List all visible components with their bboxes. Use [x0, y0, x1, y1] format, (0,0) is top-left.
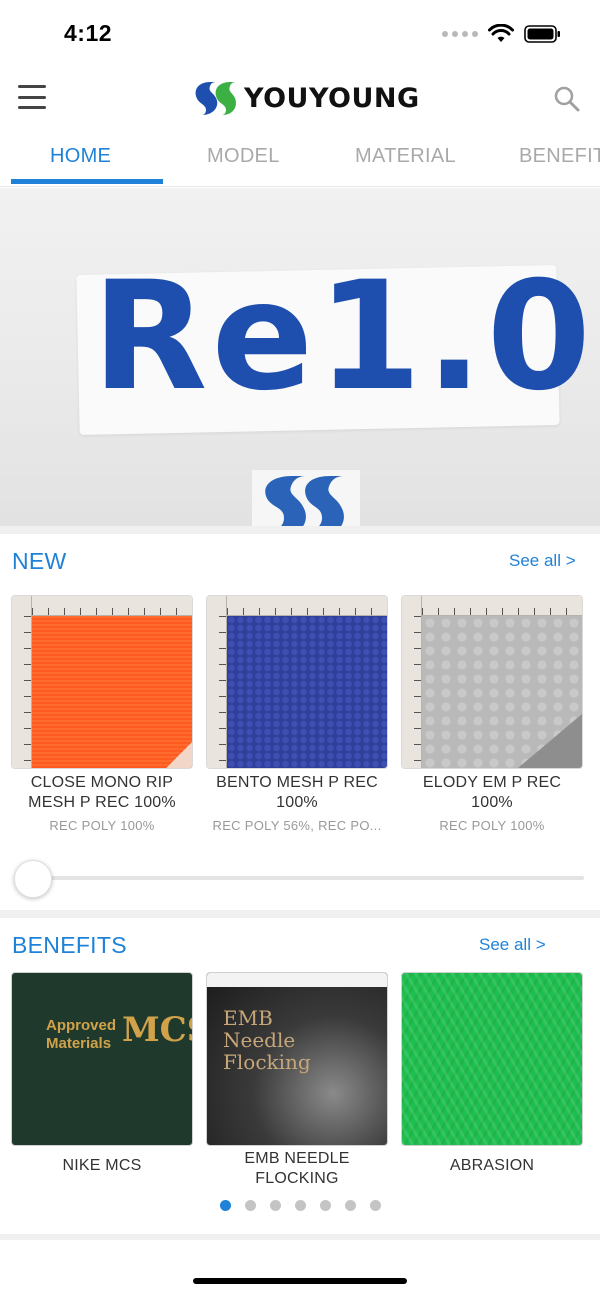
pagination-dot[interactable]	[345, 1200, 356, 1211]
hero-banner[interactable]: Re1.0	[0, 188, 600, 526]
benefit-image-text: Approved	[46, 1017, 117, 1034]
benefit-image: Approved Materials MCS	[11, 972, 193, 1146]
status-icons	[442, 24, 562, 44]
benefit-title: ABRASION	[449, 1157, 535, 1174]
benefit-image-text: Materials	[46, 1035, 112, 1052]
brand-logo[interactable]: YOUYOUNG	[192, 76, 420, 120]
tab-home[interactable]: HOME	[50, 145, 111, 168]
benefits-see-all-link[interactable]: See all >	[479, 935, 546, 955]
section-divider	[0, 526, 600, 534]
status-time: 4:12	[64, 20, 113, 46]
product-composition: REC POLY 56%, REC PO...	[212, 818, 382, 833]
battery-icon	[524, 25, 560, 43]
product-title: CLOSE MONO RIP MESH P REC 100%	[28, 774, 176, 811]
pagination-dot[interactable]	[245, 1200, 256, 1211]
product-card[interactable]: ELODY EM P REC 100% REC POLY 100%	[401, 595, 583, 833]
banner-logo-icon	[252, 470, 360, 526]
product-card[interactable]: BENTO MESH P REC 100% REC POLY 56%, REC …	[206, 595, 388, 833]
product-card[interactable]: CLOSE MONO RIP MESH P REC 100% REC POLY …	[11, 595, 193, 833]
pagination-dot[interactable]	[295, 1200, 306, 1211]
app-header: YOUYOUNG	[0, 68, 600, 128]
status-bar: 4:12	[0, 0, 600, 68]
wifi-icon	[488, 24, 514, 42]
pagination-dot[interactable]	[370, 1200, 381, 1211]
section-divider	[0, 1234, 600, 1240]
logo-text: YOUYOUNG	[244, 82, 420, 114]
benefit-title: EMB NEEDLE FLOCKING	[244, 1150, 350, 1187]
hamburger-icon	[18, 85, 46, 88]
new-section-title: NEW	[12, 548, 67, 574]
product-composition: REC POLY 100%	[49, 818, 155, 833]
benefit-title: NIKE MCS	[62, 1157, 142, 1174]
signal-icon	[442, 31, 478, 37]
pagination-dot[interactable]	[220, 1200, 231, 1211]
product-image	[401, 595, 583, 769]
product-image	[206, 595, 388, 769]
pagination-dot[interactable]	[320, 1200, 331, 1211]
benefit-card[interactable]: Approved Materials MCS NIKE MCS	[11, 972, 193, 1176]
product-title: BENTO MESH P REC 100%	[216, 774, 378, 811]
tab-model[interactable]: MODEL	[207, 145, 280, 168]
benefit-image	[401, 972, 583, 1146]
tab-material[interactable]: MATERIAL	[355, 145, 456, 168]
search-icon[interactable]	[552, 84, 582, 114]
new-scroll-track[interactable]	[16, 876, 584, 880]
section-divider	[0, 910, 600, 918]
tab-benefit[interactable]: BENEFIT	[519, 145, 600, 168]
product-title: ELODY EM P REC 100%	[422, 774, 562, 811]
benefits-pagination	[220, 1200, 381, 1211]
benefit-image-text: EMB	[223, 1006, 273, 1030]
banner-headline: Re1.0	[92, 250, 595, 424]
home-indicator[interactable]	[193, 1278, 407, 1284]
new-scroll-thumb[interactable]	[14, 860, 52, 898]
benefits-section-title: BENEFITS	[12, 932, 127, 958]
benefit-image-letters: MCS	[122, 1010, 192, 1050]
benefit-card[interactable]: ABRASION	[401, 972, 583, 1176]
benefit-image-text: Flocking	[223, 1050, 311, 1074]
benefit-image: EMB Needle Flocking	[206, 972, 388, 1146]
benefit-card[interactable]: EMB Needle Flocking EMB NEEDLE FLOCKING	[206, 972, 388, 1189]
active-tab-indicator	[11, 179, 163, 184]
benefit-image-text: Needle	[223, 1028, 296, 1052]
menu-button[interactable]	[16, 82, 48, 112]
pagination-dot[interactable]	[270, 1200, 281, 1211]
product-composition: REC POLY 100%	[439, 818, 545, 833]
youyoung-logo-icon	[195, 82, 236, 115]
product-image	[11, 595, 193, 769]
new-see-all-link[interactable]: See all >	[509, 551, 576, 571]
